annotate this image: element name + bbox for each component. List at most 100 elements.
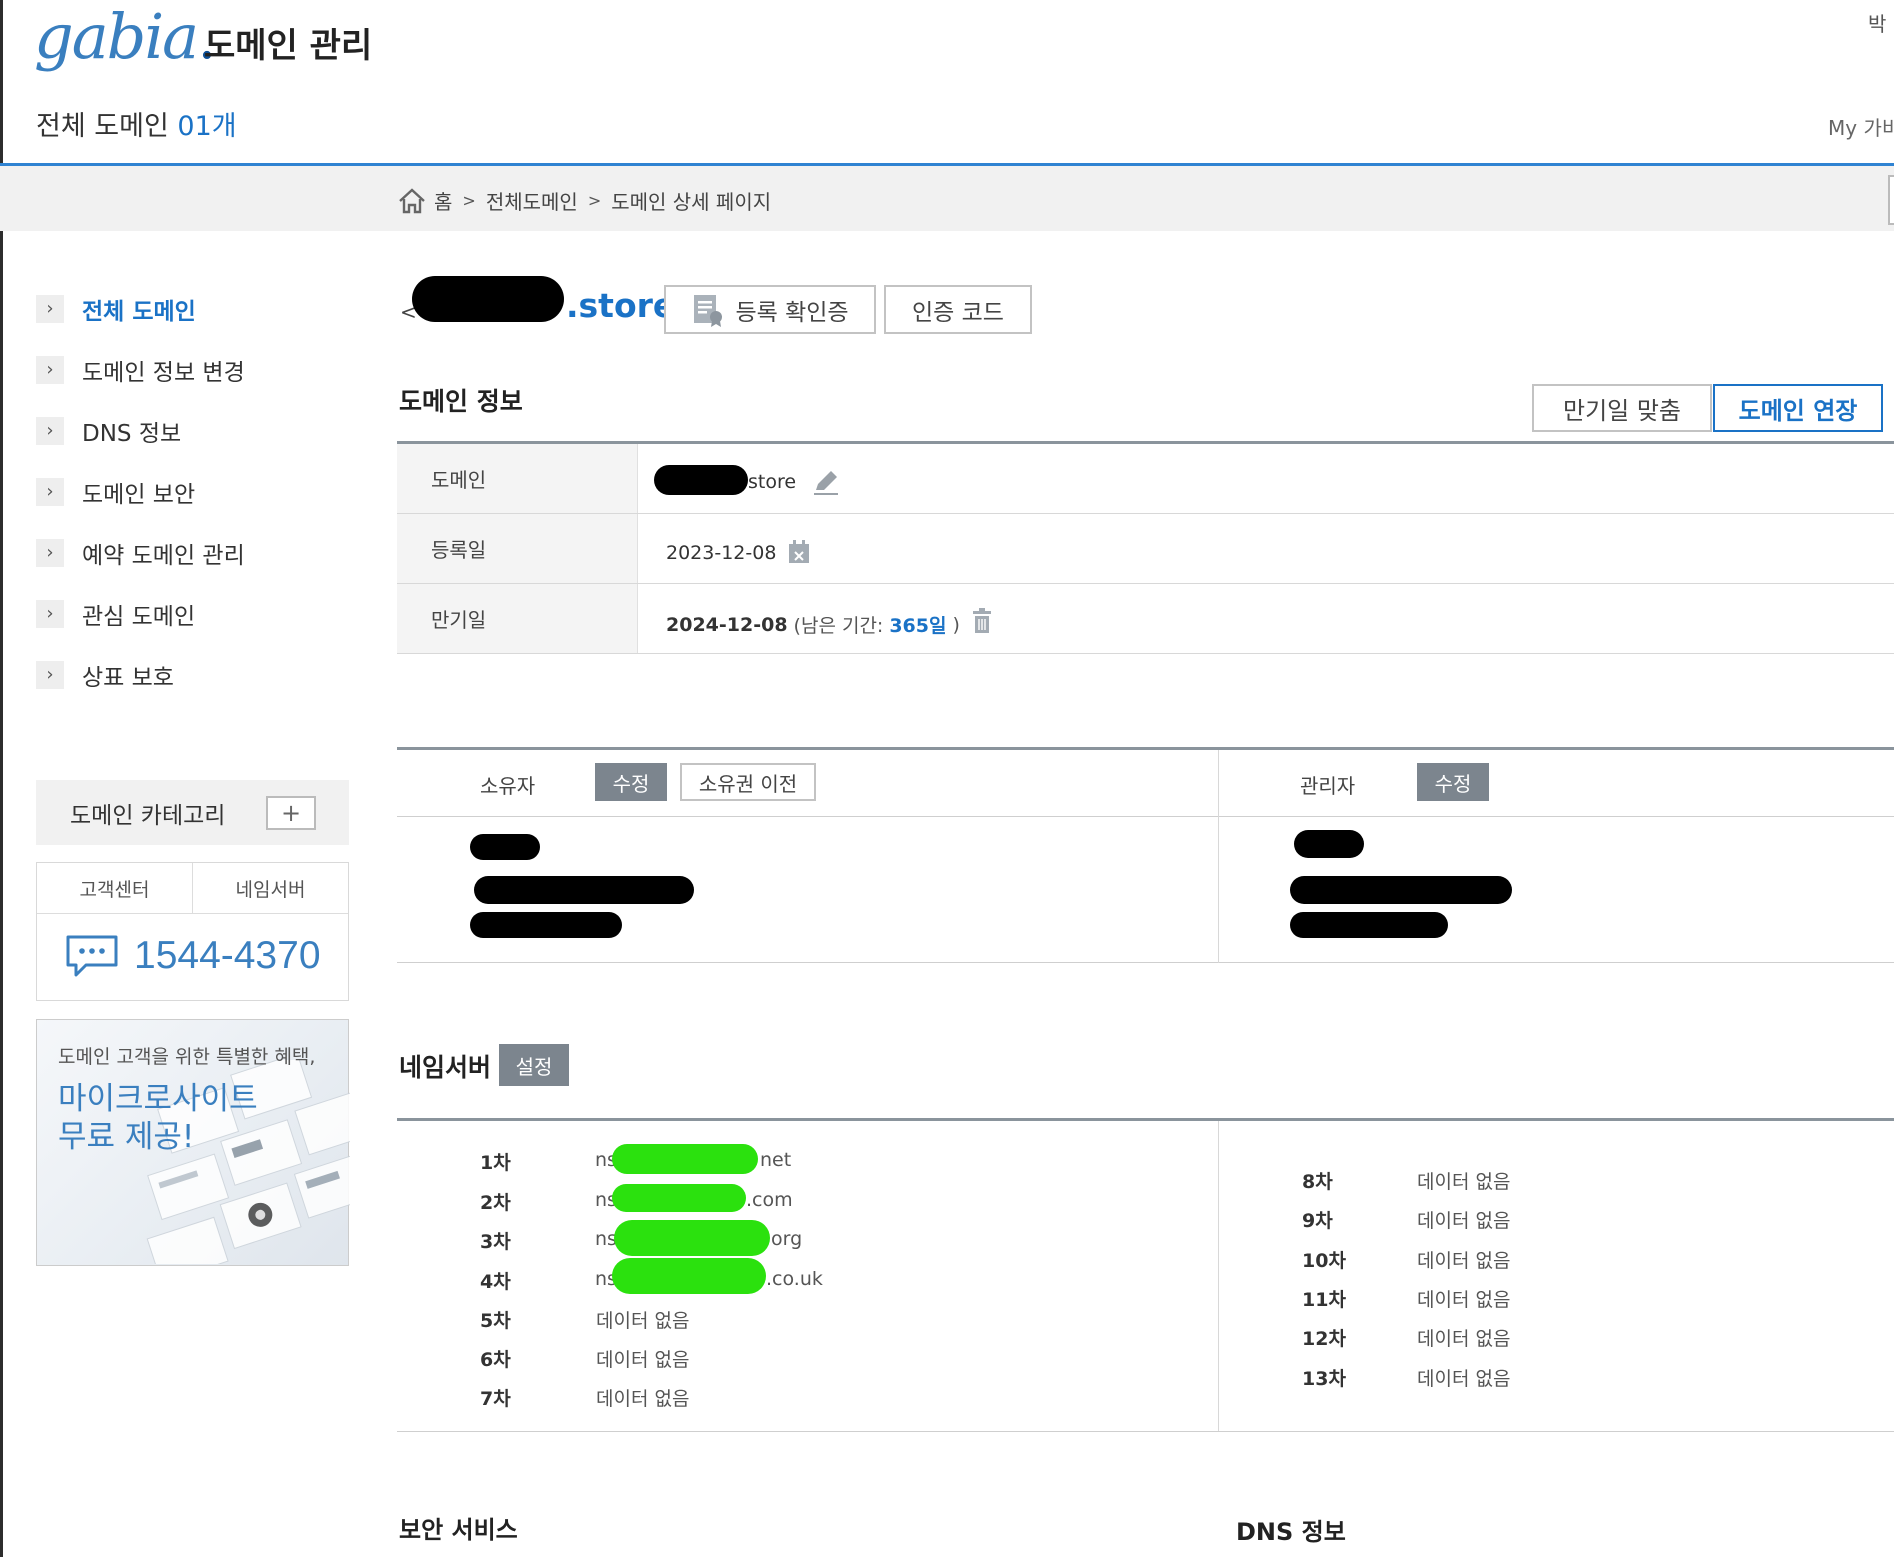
domain-row-label: 도메인 <box>397 444 638 513</box>
phone-number: 1544-4370 <box>134 934 321 977</box>
expire-match-button[interactable]: 만기일 맞춤 <box>1532 384 1712 432</box>
sidebar-item-label: 도메인 보안 <box>82 481 196 508</box>
breadcrumb-home[interactable]: 홈 <box>434 186 452 215</box>
breadcrumb-bar <box>0 166 1894 231</box>
chevron-right-icon: › <box>36 538 64 567</box>
owner-edit-button[interactable]: 수정 <box>595 763 667 801</box>
home-icon[interactable] <box>398 187 426 214</box>
ns-rank: 13차 <box>1302 1368 1346 1390</box>
ns-rank: 7차 <box>480 1388 511 1410</box>
domain-value: store <box>748 471 797 493</box>
chevron-right-icon: › <box>36 355 64 384</box>
redacted-ns-2 <box>612 1184 746 1212</box>
ns-value: 데이터 없음 <box>596 1310 690 1332</box>
ns-rank: 12차 <box>1302 1328 1346 1350</box>
ns-value: 데이터 없음 <box>596 1349 690 1371</box>
domain-info-title: 도메인 정보 <box>399 387 523 416</box>
breadcrumb-current: 도메인 상세 페이지 <box>611 190 772 214</box>
trash-icon[interactable] <box>970 608 994 634</box>
customer-center-tabs: 고객센터 네임서버 <box>37 863 348 914</box>
ns-value: 데이터 없음 <box>1417 1250 1511 1272</box>
edit-pencil-icon[interactable] <box>812 468 840 496</box>
registration-date-row: 등록일 <box>397 514 1894 584</box>
ns-suffix: .com <box>746 1189 793 1211</box>
sidebar-item-reserved-domains[interactable]: › 예약 도메인 관리 <box>36 522 366 583</box>
ns-value: 데이터 없음 <box>1417 1368 1511 1390</box>
user-name[interactable]: 박 <box>1868 8 1886 37</box>
ns-suffix: org <box>771 1228 803 1250</box>
expiry-info: 2024-12-08 (남은 기간: 365일 ) <box>666 611 960 638</box>
expiry-date-value: 2024-12-08 <box>666 613 788 636</box>
banner-subtitle: 도메인 고객을 위한 특별한 혜택, <box>58 1046 316 1068</box>
ownership-transfer-button[interactable]: 소유권 이전 <box>680 763 816 801</box>
chevron-right-icon: › <box>36 660 64 689</box>
ns-suffix: .co.uk <box>766 1268 823 1290</box>
ns-rank: 5차 <box>480 1310 511 1332</box>
tab-nameserver[interactable]: 네임서버 <box>192 863 348 913</box>
add-category-button[interactable]: + <box>266 796 316 830</box>
redacted-admin-phone <box>1290 912 1448 938</box>
ns-rank: 3차 <box>480 1231 511 1253</box>
sidebar-item-label: 예약 도메인 관리 <box>82 542 245 569</box>
window-left-edge <box>0 0 3 1557</box>
breadcrumb-separator: > <box>587 191 602 210</box>
all-domains-label: 전체 도메인 <box>36 111 169 142</box>
all-domains-summary: 전체 도메인 01개 <box>36 104 237 143</box>
sidebar-item-all-domains[interactable]: › 전체 도메인 <box>36 278 366 339</box>
ns-value: 데이터 없음 <box>1417 1210 1511 1232</box>
redacted-owner-name <box>470 834 540 860</box>
contacts-header-line <box>397 816 1894 817</box>
contacts-top-line <box>397 747 1894 750</box>
domain-suffix: .store <box>566 286 676 325</box>
sidebar-item-label: 도메인 정보 변경 <box>82 359 245 386</box>
redacted-ns-4 <box>612 1258 766 1294</box>
banner-title: 마이크로사이트 무료 제공! <box>58 1081 258 1155</box>
sidebar-item-trademark[interactable]: › 상표 보호 <box>36 644 366 705</box>
expiry-date-label: 만기일 <box>397 584 638 653</box>
sidebar-item-watched-domains[interactable]: › 관심 도메인 <box>36 583 366 644</box>
breadcrumb: 홈 > 전체도메인 > 도메인 상세 페이지 <box>398 186 771 215</box>
breadcrumb-right-control[interactable] <box>1888 175 1894 225</box>
certificate-icon <box>694 294 723 327</box>
admin-label: 관리자 <box>1300 774 1356 798</box>
chevron-right-icon: › <box>36 416 64 445</box>
gabia-logo[interactable]: gabia. <box>34 6 217 68</box>
sidebar-item-domain-info-change[interactable]: › 도메인 정보 변경 <box>36 339 366 400</box>
remaining-prefix: (남은 기간: <box>793 615 884 637</box>
redacted-owner-phone <box>470 912 622 938</box>
my-gabia-link[interactable]: My 가비 <box>1828 112 1894 141</box>
breadcrumb-all-domains[interactable]: 전체도메인 <box>486 186 578 215</box>
security-service-title: 보안 서비스 <box>399 1516 518 1544</box>
sidebar-nav: › 전체 도메인 › 도메인 정보 변경 › DNS 정보 › 도메인 보안 ›… <box>36 278 366 705</box>
ns-rank: 4차 <box>480 1271 511 1293</box>
tab-customer-center[interactable]: 고객센터 <box>37 863 192 913</box>
sidebar-item-dns-info[interactable]: › DNS 정보 <box>36 400 366 461</box>
admin-edit-button[interactable]: 수정 <box>1417 763 1489 801</box>
nameserver-bottom-line <box>397 1431 1894 1432</box>
calendar-icon[interactable] <box>787 539 811 565</box>
registration-certificate-button[interactable]: 등록 확인증 <box>664 285 876 334</box>
ns-value: 데이터 없음 <box>1417 1171 1511 1193</box>
domain-renew-button[interactable]: 도메인 연장 <box>1713 384 1883 432</box>
ns-value: 데이터 없음 <box>596 1388 690 1410</box>
chat-icon <box>66 935 118 977</box>
sidebar-item-label: 전체 도메인 <box>82 298 196 325</box>
ns-rank: 11차 <box>1302 1289 1346 1311</box>
ns-rank: 1차 <box>480 1152 511 1174</box>
chevron-right-icon: › <box>36 294 64 323</box>
ns-rank: 2차 <box>480 1192 511 1214</box>
remaining-days: 365일 <box>889 615 947 637</box>
domain-info-table: 도메인 등록일 만기일 <box>397 441 1894 654</box>
redacted-ns-1 <box>612 1144 758 1174</box>
redacted-domain-name <box>412 276 564 322</box>
nameserver-top-line <box>397 1118 1894 1121</box>
registration-date-value: 2023-12-08 <box>666 542 777 564</box>
contacts-divider <box>1218 750 1219 963</box>
ns-rank: 10차 <box>1302 1250 1346 1272</box>
auth-code-button[interactable]: 인증 코드 <box>884 285 1032 334</box>
sidebar-item-domain-security[interactable]: › 도메인 보안 <box>36 461 366 522</box>
sidebar-item-label: 상표 보호 <box>82 664 174 691</box>
remaining-suffix: ) <box>952 613 960 636</box>
nameserver-settings-button[interactable]: 설정 <box>499 1044 569 1086</box>
registration-date-label: 등록일 <box>397 514 638 583</box>
